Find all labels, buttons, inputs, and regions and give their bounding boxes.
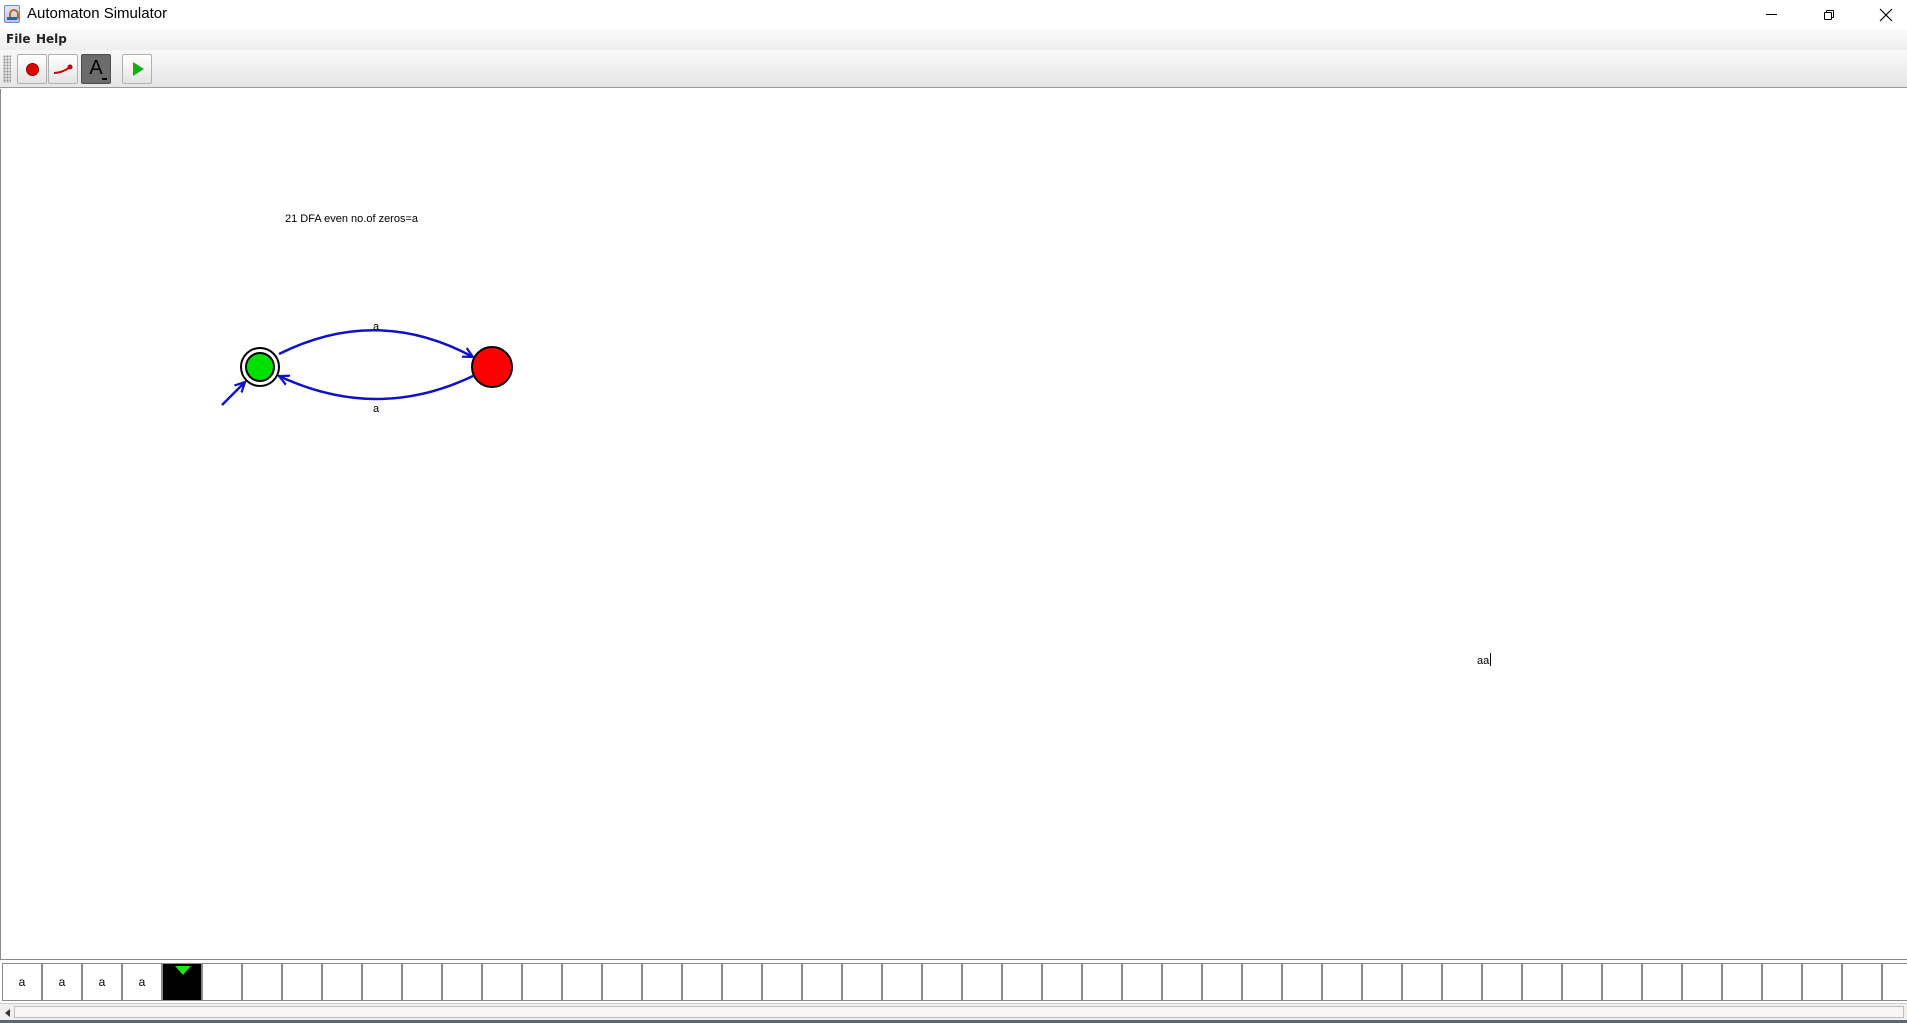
automaton-diagram: a a bbox=[221, 321, 513, 415]
minimize-button[interactable] bbox=[1743, 0, 1800, 29]
left-arrow-icon bbox=[4, 1008, 10, 1017]
toolbar: A bbox=[0, 50, 1907, 88]
tape-cell[interactable] bbox=[1242, 963, 1282, 1001]
window-title: Automaton Simulator bbox=[27, 5, 168, 22]
red-circle-icon bbox=[25, 62, 39, 76]
toolbar-grip-handle[interactable] bbox=[3, 55, 11, 83]
input-tape: aaaa bbox=[0, 962, 1907, 1002]
tape-cell[interactable] bbox=[962, 963, 1002, 1001]
tape-cell[interactable] bbox=[242, 963, 282, 1001]
text-caret bbox=[1490, 653, 1492, 666]
start-arrow bbox=[221, 382, 245, 406]
tape-cell[interactable] bbox=[362, 963, 402, 1001]
tape-head-marker-icon bbox=[175, 966, 191, 975]
minimize-icon bbox=[1766, 14, 1777, 15]
tape-cell[interactable] bbox=[1042, 963, 1082, 1001]
tape-cell[interactable] bbox=[442, 963, 482, 1001]
tape-cell[interactable] bbox=[202, 963, 242, 1001]
tape-cell[interactable] bbox=[602, 963, 642, 1001]
scroll-left-button[interactable] bbox=[2, 1007, 12, 1018]
tape-cell[interactable] bbox=[402, 963, 442, 1001]
restore-icon bbox=[1823, 9, 1834, 20]
tape-cell[interactable] bbox=[642, 963, 682, 1001]
close-icon bbox=[1879, 8, 1892, 21]
tape-cell[interactable] bbox=[1082, 963, 1122, 1001]
tape-cell[interactable] bbox=[1322, 963, 1362, 1001]
tape-cell[interactable] bbox=[1442, 963, 1482, 1001]
play-icon bbox=[133, 62, 144, 76]
state-q1[interactable] bbox=[471, 346, 513, 388]
transition-q1-q0[interactable] bbox=[279, 376, 474, 401]
tape-cell[interactable] bbox=[802, 963, 842, 1001]
tape-cell[interactable] bbox=[1682, 963, 1722, 1001]
text-A-icon: A bbox=[89, 56, 103, 79]
tape-cell[interactable] bbox=[1122, 963, 1162, 1001]
tape-cell[interactable] bbox=[282, 963, 322, 1001]
tape-cell[interactable] bbox=[1602, 963, 1642, 1001]
tape-cell[interactable] bbox=[1722, 963, 1762, 1001]
transition-q0-q1[interactable] bbox=[278, 329, 473, 357]
tape-cell[interactable] bbox=[1642, 963, 1682, 1001]
text-tool-button[interactable]: A bbox=[81, 54, 111, 84]
tape-cell[interactable] bbox=[562, 963, 602, 1001]
tape-cell[interactable]: a bbox=[122, 963, 162, 1001]
canvas-free-text[interactable]: aa bbox=[1477, 653, 1492, 667]
tape-cell[interactable] bbox=[722, 963, 762, 1001]
menu-help[interactable]: Help bbox=[36, 32, 67, 46]
automaton-canvas[interactable]: 21 DFA even no.of zeros=a a a aa bbox=[0, 89, 1907, 960]
tape-cell[interactable] bbox=[1162, 963, 1202, 1001]
tape-cell[interactable] bbox=[522, 963, 562, 1001]
restore-button[interactable] bbox=[1800, 0, 1857, 29]
menu-file[interactable]: File bbox=[6, 32, 31, 46]
tape-symbol: a bbox=[138, 975, 146, 989]
tape-symbol: a bbox=[18, 975, 26, 989]
canvas-free-text-value: aa bbox=[1477, 655, 1490, 667]
transition-arrow-icon bbox=[53, 64, 73, 74]
tape-cell[interactable] bbox=[882, 963, 922, 1001]
tape-cell[interactable] bbox=[482, 963, 522, 1001]
transition-label-q1-q0: a bbox=[373, 403, 380, 415]
tape-cell[interactable]: a bbox=[82, 963, 122, 1001]
tape-cell[interactable] bbox=[922, 963, 962, 1001]
scrollbar-thumb[interactable] bbox=[14, 1006, 1904, 1018]
tape-cell[interactable]: a bbox=[42, 963, 82, 1001]
menu-bar: File Help bbox=[0, 29, 1907, 50]
tape-cell[interactable] bbox=[1362, 963, 1402, 1001]
tape-cell[interactable] bbox=[842, 963, 882, 1001]
tape-cell[interactable] bbox=[322, 963, 362, 1001]
tape-cell[interactable] bbox=[1762, 963, 1802, 1001]
tape-cell[interactable] bbox=[1802, 963, 1842, 1001]
close-button[interactable] bbox=[1857, 0, 1907, 29]
state-tool-button[interactable] bbox=[17, 54, 47, 84]
tape-cell[interactable] bbox=[1882, 963, 1907, 1001]
tape-cell[interactable] bbox=[1522, 963, 1562, 1001]
tape-cell[interactable] bbox=[682, 963, 722, 1001]
tape-cell-head[interactable] bbox=[162, 963, 202, 1001]
tape-cell[interactable]: a bbox=[2, 963, 42, 1001]
title-bar: Automaton Simulator bbox=[0, 0, 1907, 29]
tape-symbol: a bbox=[58, 975, 66, 989]
tape-cell[interactable] bbox=[1482, 963, 1522, 1001]
tape-cell[interactable] bbox=[762, 963, 802, 1001]
transition-label-q0-q1: a bbox=[373, 321, 380, 333]
tape-cell[interactable] bbox=[1002, 963, 1042, 1001]
tape-cell[interactable] bbox=[1202, 963, 1242, 1001]
tape-symbol: a bbox=[98, 975, 106, 989]
tape-cell[interactable] bbox=[1842, 963, 1882, 1001]
tape-cell[interactable] bbox=[1282, 963, 1322, 1001]
tape-cell[interactable] bbox=[1562, 963, 1602, 1001]
tape-cell[interactable] bbox=[1402, 963, 1442, 1001]
state-q0[interactable] bbox=[240, 347, 280, 387]
horizontal-scrollbar[interactable] bbox=[0, 1003, 1907, 1020]
java-app-icon bbox=[4, 5, 20, 23]
run-simulation-button[interactable] bbox=[122, 54, 152, 84]
transition-tool-button[interactable] bbox=[48, 54, 78, 84]
